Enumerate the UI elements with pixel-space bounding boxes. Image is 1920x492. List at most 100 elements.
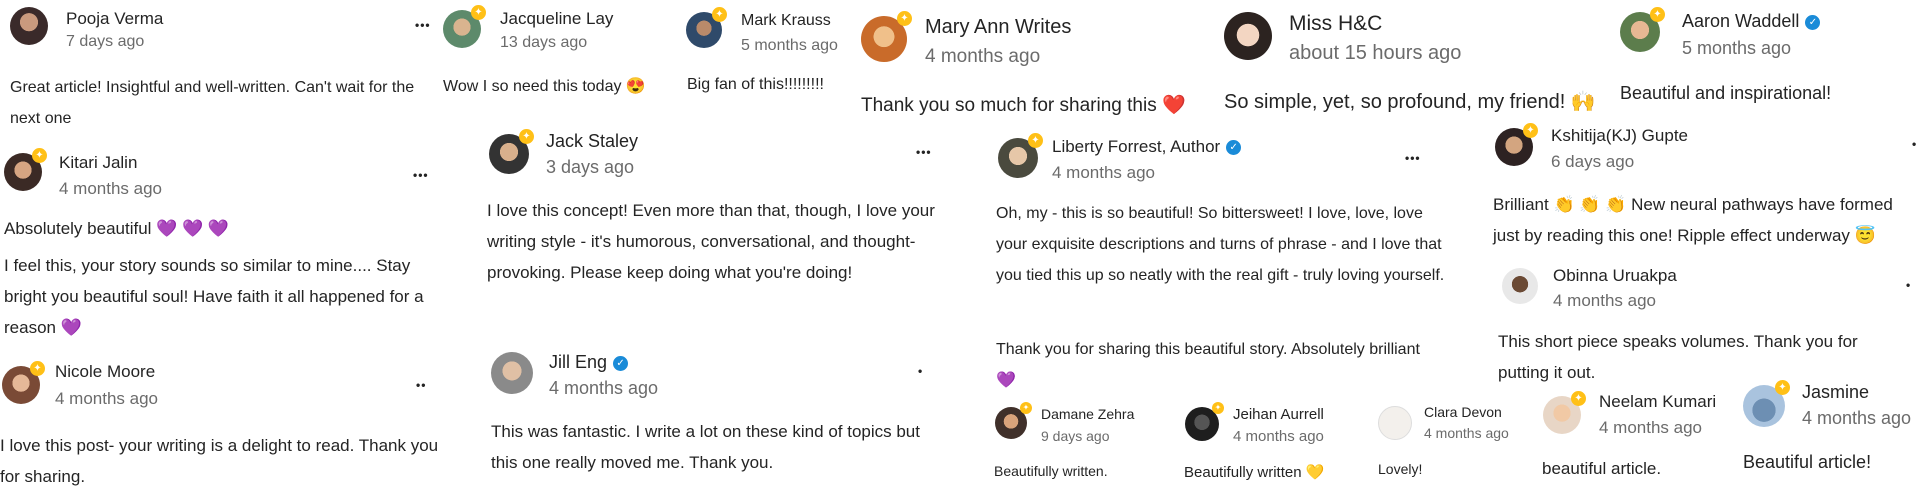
timestamp: 4 months ago — [549, 378, 659, 398]
timestamp: 4 months ago — [1553, 291, 1657, 310]
star-icon: ✦ — [1028, 133, 1043, 148]
comment-text: I love this concept! Even more than that… — [487, 201, 935, 282]
avatar[interactable] — [1378, 406, 1412, 440]
more-options-icon[interactable]: • — [1906, 278, 1911, 292]
comment-text: I love this post- your writing is a deli… — [0, 436, 439, 486]
timestamp: 4 months ago — [1599, 418, 1703, 437]
author-name[interactable]: Mark Krauss — [741, 12, 831, 30]
author-name[interactable]: Miss H&C — [1289, 12, 1382, 36]
avatar[interactable]: ✦ — [4, 148, 47, 191]
verified-icon: ✓ — [613, 355, 629, 371]
avatar[interactable]: ✦ — [1620, 7, 1665, 52]
star-icon: ✦ — [1571, 391, 1586, 406]
star-icon: ✦ — [712, 7, 727, 22]
author-name[interactable]: Pooja Verma — [66, 9, 163, 29]
timestamp: 4 months ago — [1052, 163, 1156, 182]
comment-text: Beautifully written 💛 — [1184, 464, 1325, 481]
star-icon: ✦ — [1020, 402, 1032, 414]
author-name[interactable]: Jeihan Aurrell — [1233, 406, 1324, 423]
timestamp: 4 months ago — [55, 389, 159, 408]
more-options-icon[interactable]: • — [1912, 137, 1917, 151]
avatar[interactable] — [491, 352, 533, 394]
verified-icon: ✓ — [1805, 14, 1821, 30]
star-icon: ✦ — [1775, 380, 1790, 395]
author-name[interactable]: Jill Eng ✓ — [549, 352, 629, 373]
star-icon: ✦ — [897, 11, 912, 26]
avatar[interactable]: ✦ — [1495, 123, 1538, 166]
star-icon: ✦ — [1523, 123, 1538, 138]
timestamp: 4 months ago — [1424, 425, 1509, 441]
comment-text: Beautiful and inspirational! — [1620, 83, 1832, 103]
author-name[interactable]: Kitari Jalin — [59, 153, 137, 173]
timestamp: 3 days ago — [546, 157, 635, 177]
timestamp: 4 months ago — [925, 46, 1041, 67]
avatar[interactable] — [1224, 12, 1272, 60]
author-name[interactable]: Jack Staley — [546, 131, 638, 152]
author-name[interactable]: Damane Zehra — [1041, 406, 1134, 422]
more-options-icon[interactable]: ••• — [1405, 151, 1421, 165]
author-name[interactable]: Kshitija(KJ) Gupte — [1551, 126, 1688, 146]
comment-text: Wow I so need this today 😍 — [443, 78, 646, 95]
comment-text: Beautiful article! — [1743, 452, 1872, 472]
comment-text-2: Thank you for sharing this beautiful sto… — [996, 341, 1420, 389]
comment-text: So simple, yet, so profound, my friend! … — [1224, 91, 1596, 113]
author-name[interactable]: Clara Devon — [1424, 404, 1502, 420]
comment-text: Thank you so much for sharing this ❤️ — [861, 95, 1186, 116]
timestamp: 7 days ago — [66, 33, 145, 50]
avatar[interactable]: ✦ — [995, 402, 1032, 439]
verified-icon: ✓ — [1226, 140, 1242, 156]
author-name[interactable]: Neelam Kumari — [1599, 392, 1716, 412]
more-options-icon[interactable]: ••• — [415, 18, 431, 32]
comment-text: Great article! Insightful and well-writt… — [10, 79, 415, 127]
comment-text: Brilliant 👏 👏 👏 New neural pathways have… — [1493, 195, 1893, 245]
comment-text: beautiful article. — [1542, 459, 1662, 478]
avatar[interactable]: ✦ — [861, 11, 912, 62]
more-options-icon[interactable]: • — [918, 364, 923, 378]
timestamp: 5 months ago — [1682, 38, 1792, 58]
more-options-icon[interactable]: ••• — [916, 145, 932, 159]
avatar[interactable] — [10, 7, 48, 45]
author-name[interactable]: Jasmine — [1802, 382, 1869, 403]
more-options-icon[interactable]: ••• — [413, 168, 429, 182]
author-name[interactable]: Jacqueline Lay — [500, 9, 613, 29]
timestamp: 4 months ago — [1802, 408, 1912, 428]
author-name[interactable]: Mary Ann Writes — [925, 16, 1071, 39]
author-name-text[interactable]: Liberty Forrest, Author — [1052, 137, 1220, 156]
avatar[interactable]: ✦ — [2, 361, 45, 404]
author-name[interactable]: Nicole Moore — [55, 362, 155, 382]
author-name[interactable]: Liberty Forrest, Author ✓ — [1052, 137, 1242, 157]
avatar[interactable]: ✦ — [1743, 380, 1790, 427]
timestamp: 9 days ago — [1041, 428, 1110, 444]
timestamp: about 15 hours ago — [1289, 42, 1462, 64]
star-icon: ✦ — [1212, 402, 1224, 414]
timestamp: 4 months ago — [1233, 428, 1324, 445]
avatar[interactable]: ✦ — [1185, 402, 1224, 441]
author-name[interactable]: Aaron Waddell ✓ — [1682, 11, 1821, 32]
star-icon: ✦ — [519, 129, 534, 144]
avatar[interactable]: ✦ — [489, 129, 534, 174]
comment-text: Beautifully written. — [994, 463, 1108, 479]
avatar[interactable]: ✦ — [1543, 391, 1586, 434]
comment-text: Big fan of this!!!!!!!!! — [687, 76, 824, 93]
avatar[interactable]: ✦ — [686, 7, 727, 48]
timestamp: 4 months ago — [59, 179, 163, 198]
author-name-text[interactable]: Aaron Waddell — [1682, 11, 1799, 31]
more-options-icon[interactable]: •• — [416, 378, 426, 392]
avatar[interactable] — [1502, 268, 1538, 304]
star-icon: ✦ — [471, 5, 486, 20]
star-icon: ✦ — [1650, 7, 1665, 22]
author-name-text[interactable]: Jill Eng — [549, 352, 607, 372]
avatar[interactable]: ✦ — [998, 133, 1043, 178]
comment-text: This was fantastic. I write a lot on the… — [491, 422, 920, 472]
comment-text: This short piece speaks volumes. Thank y… — [1498, 332, 1858, 382]
comment-text: I feel this, your story sounds so simila… — [4, 256, 424, 337]
timestamp: 6 days ago — [1551, 152, 1635, 171]
star-icon: ✦ — [30, 361, 45, 376]
avatar[interactable]: ✦ — [443, 5, 486, 48]
comment-text: Oh, my - this is so beautiful! So bitter… — [996, 205, 1445, 284]
star-icon: ✦ — [32, 148, 47, 163]
author-name[interactable]: Obinna Uruakpa — [1553, 266, 1677, 286]
comment-text-line1: Absolutely beautiful 💜 💜 💜 — [4, 219, 230, 238]
comment-text: Lovely! — [1378, 461, 1423, 477]
timestamp: 13 days ago — [500, 34, 588, 51]
